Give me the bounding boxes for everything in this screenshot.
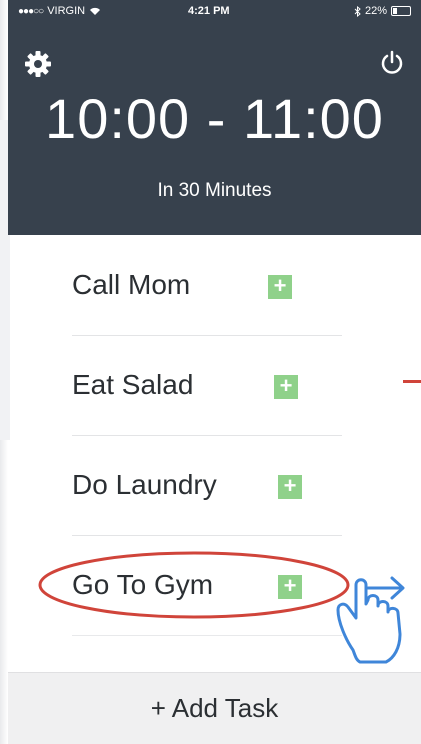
phone-screen: ●●●○○ VIRGIN 4:21 PM 22% 10:00 - 11:00 I… [8,0,421,744]
app-screen: ●●●○○ VIRGIN 4:21 PM 22% 10:00 - 11:00 I… [0,0,421,744]
add-task-button[interactable]: + Add Task [8,672,421,744]
swipe-hand-icon [336,578,402,664]
gesture-overlay [38,551,405,664]
highlight-ellipse [38,551,350,619]
